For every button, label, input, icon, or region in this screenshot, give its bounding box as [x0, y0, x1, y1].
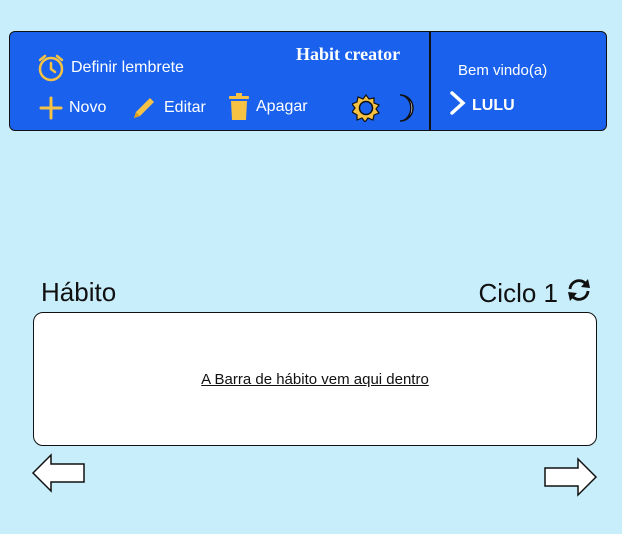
refresh-icon[interactable] — [566, 278, 592, 309]
app-title: Habit creator — [296, 44, 401, 64]
section-title: Hábito — [41, 277, 117, 307]
cycle-indicator: Ciclo 1 — [479, 278, 592, 309]
sun-icon — [351, 94, 380, 126]
delete-label: Apagar — [256, 98, 308, 115]
set-reminder-button[interactable]: Definir lembrete — [37, 53, 184, 83]
delete-button[interactable]: Apagar — [228, 93, 308, 121]
username: LULU — [472, 96, 515, 114]
new-label: Novo — [69, 99, 107, 116]
welcome-text: Bem vindo(a) — [458, 62, 548, 79]
arrow-right-icon — [542, 457, 598, 501]
toolbar-divider — [429, 32, 431, 130]
moon-icon — [391, 94, 417, 127]
previous-button[interactable] — [31, 453, 87, 498]
next-button[interactable] — [542, 457, 598, 502]
pencil-icon — [130, 94, 158, 122]
arrow-left-icon — [31, 453, 87, 497]
dark-theme-button[interactable] — [391, 93, 417, 128]
user-menu[interactable]: LULU — [448, 90, 515, 121]
cycle-label: Ciclo 1 — [478, 278, 558, 308]
edit-label: Editar — [164, 99, 206, 116]
alarm-clock-icon — [37, 53, 65, 83]
set-reminder-label: Definir lembrete — [71, 59, 184, 76]
plus-icon — [39, 96, 63, 120]
habit-bar-placeholder[interactable]: A Barra de hábito vem aqui dentro — [201, 371, 429, 388]
edit-button[interactable]: Editar — [130, 94, 206, 122]
top-toolbar: Definir lembrete Habit creator Novo Edit… — [9, 31, 607, 131]
light-theme-button[interactable] — [351, 94, 380, 127]
chevron-right-icon — [448, 90, 468, 121]
habit-bar-container: A Barra de hábito vem aqui dentro — [33, 312, 597, 446]
trash-icon — [228, 93, 250, 121]
new-button[interactable]: Novo — [39, 96, 106, 120]
